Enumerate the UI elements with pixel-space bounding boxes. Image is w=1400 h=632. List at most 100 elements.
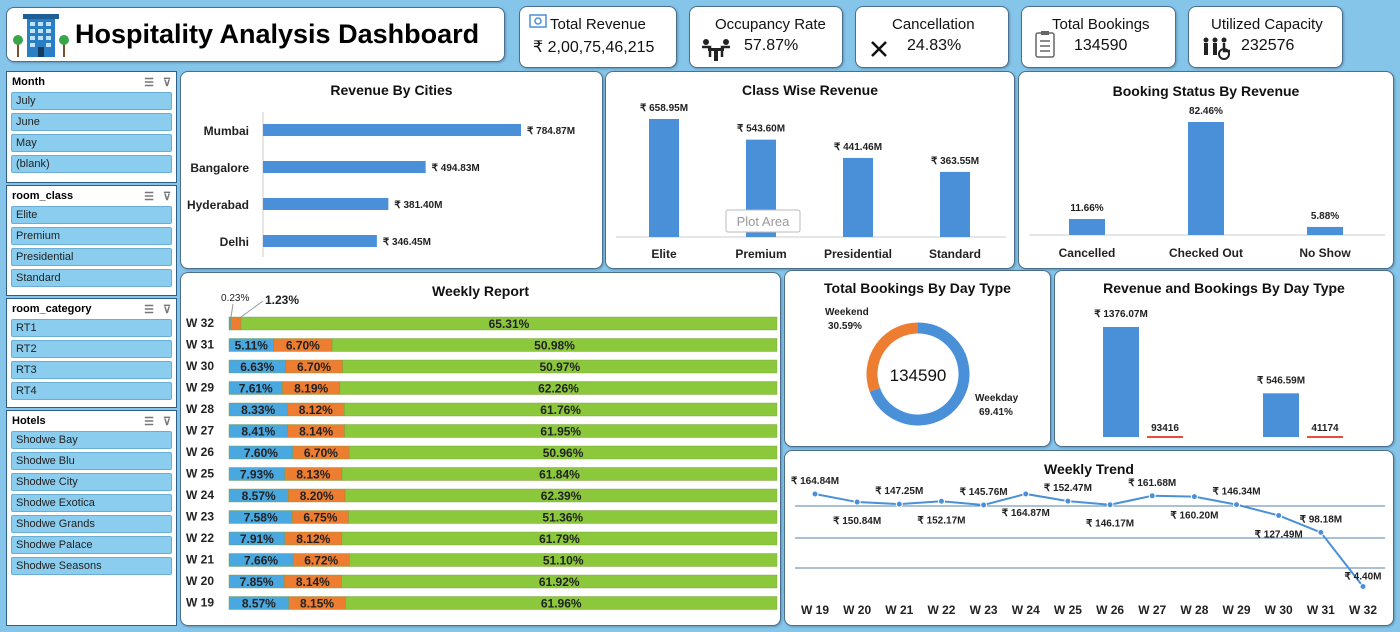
data-label: 62.26% (538, 382, 579, 396)
slicer-item[interactable]: Shodwe Grands (11, 515, 172, 533)
slicer-item[interactable]: (blank) (11, 155, 172, 173)
category-label: W 29 (186, 381, 214, 395)
slicer-title: Hotels (12, 415, 46, 427)
slicer-item[interactable]: July (11, 92, 172, 110)
clear-filter-icon[interactable]: ⊽ (163, 303, 171, 316)
kpi-label: Cancellation (892, 16, 975, 33)
x-tick-label: W 22 (927, 603, 955, 617)
slicer-item[interactable]: Presidential (11, 248, 172, 266)
data-label: ₹ 147.25M (875, 486, 923, 497)
data-label: ₹ 146.17M (1086, 519, 1134, 530)
trend-point (1190, 493, 1198, 501)
data-label: 8.13% (296, 468, 330, 482)
slicer-item[interactable]: Shodwe Bay (11, 431, 172, 449)
kpi-utilized-capacity: Utilized Capacity 232576 (1188, 6, 1343, 68)
multi-select-icon[interactable]: ☰ (144, 415, 154, 428)
panel-bookings-day-type: Total Bookings By Day Type 134590 Weekday… (784, 270, 1051, 447)
slicer-item[interactable]: RT2 (11, 340, 172, 358)
data-label: 7.66% (244, 554, 278, 568)
kpi-label: Utilized Capacity (1211, 16, 1323, 33)
panel-weekly-report: Weekly Report W 32 65.31% W 31 5.11% 6.70% 50… (180, 272, 781, 626)
slicer-item[interactable]: May (11, 134, 172, 152)
data-label: 7.91% (240, 532, 274, 546)
data-label: 50.97% (539, 360, 580, 374)
bar (843, 157, 873, 237)
slicer-hotels: Hotels ☰ ⊽ Shodwe Bay Shodwe Blu Shodwe Ci… (6, 410, 177, 626)
kpi-value: 24.83% (907, 37, 962, 54)
weekly-report-chart[interactable]: W 32 65.31% W 31 5.11% 6.70% 50.98% W 30 6.63% 6… (181, 273, 782, 627)
trend-point (1275, 512, 1283, 520)
category-label: W 31 (186, 338, 214, 352)
slicer-item[interactable]: Shodwe City (11, 473, 172, 491)
bar (1103, 327, 1139, 437)
data-label: 7.61% (239, 382, 273, 396)
clear-filter-icon[interactable]: ⊽ (163, 415, 171, 428)
revenue-by-cities-chart[interactable]: Mumbai ₹ 784.87M Bangalore ₹ 494.83M Hyderab… (181, 72, 604, 270)
data-label: 8.14% (296, 575, 330, 589)
slicer-item[interactable]: Elite (11, 206, 172, 224)
slicer-item[interactable]: RT1 (11, 319, 172, 337)
clear-filter-icon[interactable]: ⊽ (163, 190, 171, 203)
data-label: ₹ 4.40M (1345, 571, 1382, 582)
trend-point (1106, 501, 1114, 509)
bar (1069, 219, 1105, 235)
weekly-trend-chart[interactable]: ₹ 164.84M W 19 ₹ 150.84M W 20 ₹ 147.25M W 21 ₹… (785, 451, 1395, 627)
trend-point (1359, 582, 1367, 590)
bar (1263, 393, 1299, 437)
x-tick-label: W 29 (1223, 603, 1251, 617)
chart-title: Weekly Trend (1043, 461, 1134, 477)
bookings-day-type-chart[interactable]: 134590 Weekday 69.41% Weekend 30.59% (785, 271, 1052, 448)
data-label: 6.75% (303, 511, 337, 525)
close-icon (871, 41, 887, 57)
panel-class-wise-revenue: Class Wise Revenue ₹ 658.95M Elite ₹ 543.6… (605, 71, 1015, 269)
bar (263, 198, 389, 210)
multi-select-icon[interactable]: ☰ (144, 303, 154, 316)
class-wise-revenue-chart[interactable]: ₹ 658.95M Elite ₹ 543.60M Premium ₹ 441.46M P… (606, 72, 1016, 270)
people-accessibility-icon (1203, 37, 1230, 60)
clear-filter-icon[interactable]: ⊽ (163, 76, 171, 89)
data-label: ₹ 152.17M (917, 515, 965, 526)
category-label: W 22 (186, 531, 214, 545)
slicer-item[interactable]: RT3 (11, 361, 172, 379)
kpi-value: 134590 (1074, 37, 1128, 54)
donut-center-value: 134590 (890, 366, 947, 385)
trend-point (1148, 492, 1156, 500)
page-title: Hospitality Analysis Dashboard (75, 19, 480, 49)
data-label: 8.57% (242, 489, 276, 503)
data-label: 6.72% (304, 554, 338, 568)
x-tick-label: W 30 (1265, 603, 1293, 617)
slicer-item[interactable]: RT4 (11, 382, 172, 400)
trend-point (1317, 528, 1325, 536)
data-label: ₹ 145.76M (960, 487, 1008, 498)
data-label: 51.36% (542, 511, 583, 525)
slicer-item[interactable]: Shodwe Blu (11, 452, 172, 470)
slicer-item[interactable]: Standard (11, 269, 172, 287)
chart-title: Revenue By Cities (330, 82, 453, 98)
panel-revenue-by-cities: Revenue By Cities Mumbai ₹ 784.87M Bangalo… (180, 71, 603, 269)
slicer-item[interactable]: Premium (11, 227, 172, 245)
category-label: W 32 (186, 316, 214, 330)
chart-title: Class Wise Revenue (741, 82, 879, 98)
data-label: 6.70% (297, 360, 331, 374)
slicer-item[interactable]: Shodwe Seasons (11, 557, 172, 575)
trend-point (853, 498, 861, 506)
data-label: ₹ 98.18M (1300, 514, 1343, 525)
data-label: 61.76% (540, 403, 581, 417)
revenue-bookings-day-type-chart[interactable]: ₹ 1376.07M 93416 ₹ 546.59M 41174 (1055, 271, 1395, 448)
kpi-total-revenue: Total Revenue ₹ 2,00,75,46,215 (519, 6, 677, 68)
slicer-room-category: room_category ☰ ⊽ RT1 RT2 RT3 RT4 (6, 298, 177, 408)
booking-status-chart[interactable]: 11.66% Cancelled 82.46% Checked Out 5.88% No … (1019, 72, 1395, 270)
multi-select-icon[interactable]: ☰ (144, 76, 154, 89)
meeting-table-icon (702, 39, 730, 61)
slicer-item[interactable]: June (11, 113, 172, 131)
bar-segment (228, 316, 232, 331)
trend-point (980, 501, 988, 509)
multi-select-icon[interactable]: ☰ (144, 190, 154, 203)
revenue-icon (529, 14, 547, 28)
data-label: ₹ 658.95M (640, 103, 688, 114)
slicer-item[interactable]: Shodwe Palace (11, 536, 172, 554)
x-tick-label: W 21 (885, 603, 913, 617)
bar (263, 161, 426, 173)
x-tick-label: W 32 (1349, 603, 1377, 617)
slicer-item[interactable]: Shodwe Exotica (11, 494, 172, 512)
